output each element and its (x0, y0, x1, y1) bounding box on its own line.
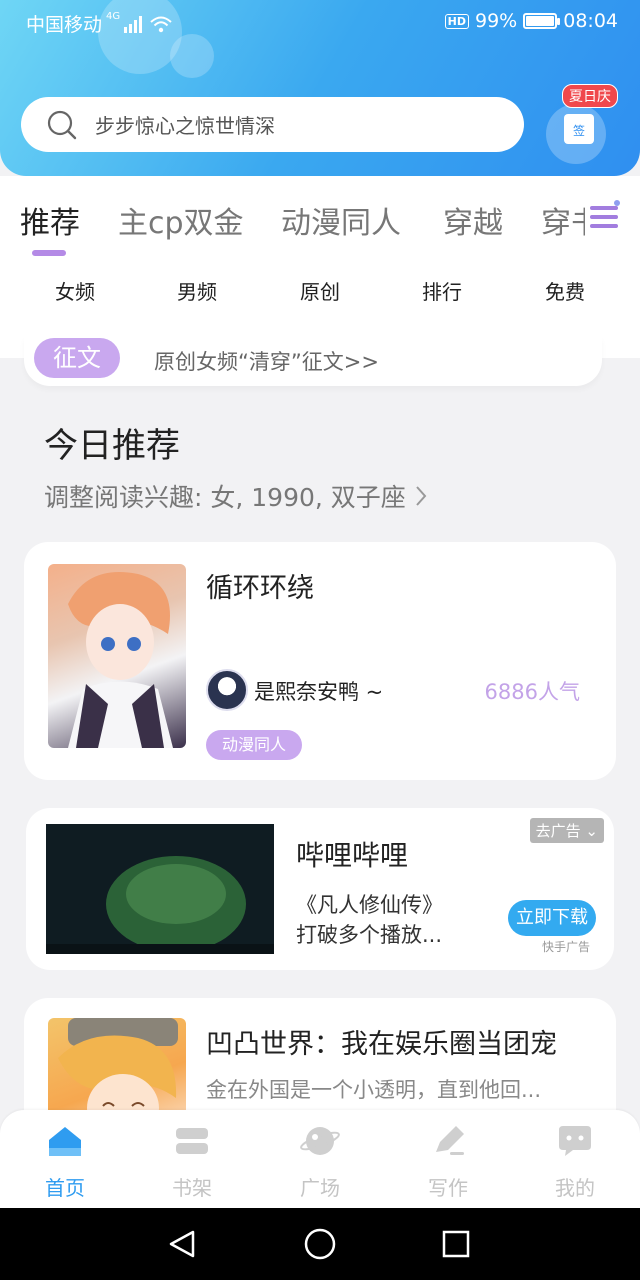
pen-icon (436, 1126, 464, 1155)
avatar (206, 669, 248, 711)
book-card[interactable]: 循环环绕 是熙奈安鸭 ~ 6886人气 动漫同人 (24, 542, 616, 780)
download-button[interactable]: 立即下载 (508, 900, 596, 936)
ad-scene-image (46, 824, 274, 954)
search-icon (47, 110, 77, 139)
ad-title: 哔哩哔哩 (296, 839, 409, 872)
ad-description-line: 《凡人修仙传》 (296, 893, 443, 917)
book-description: 金在外国是一个小透明，直到他回... (206, 1078, 542, 1102)
back-icon (169, 1230, 195, 1258)
notice-tag: 征文 (34, 338, 120, 378)
recents-icon (442, 1230, 470, 1258)
notice-text: 原创女频“清穿”征文>> (154, 350, 379, 374)
section-title: 今日推荐 (44, 426, 180, 466)
event-tag: 夏日庆 (562, 84, 618, 108)
contest-notice[interactable]: 征文 原创女频“清穿”征文>> (24, 336, 602, 386)
remove-ad-button[interactable]: 去广告 ⌄ (529, 818, 604, 843)
system-nav-icons (169, 1228, 470, 1260)
system-navigation-bar (0, 1208, 640, 1280)
bookshelf-icon (176, 1128, 208, 1154)
ad-description: 《凡人修仙传》 打破多个播放... (296, 890, 443, 950)
nav-label: 广场 (300, 1176, 340, 1200)
ad-description-line: 打破多个播放... (296, 923, 443, 947)
reading-interest-link[interactable]: 调整阅读兴趣: 女, 1990, 双子座 (44, 478, 428, 514)
nav-label: 写作 (428, 1176, 468, 1200)
popularity-count: 6886人气 (484, 680, 580, 704)
nav-profile[interactable]: 我的 (535, 1124, 615, 1201)
ad-source: 快手广告 (541, 940, 590, 954)
planet-icon (300, 1127, 340, 1155)
wifi-icon (150, 16, 172, 32)
more-categories-icon[interactable] (586, 200, 622, 234)
ad-video-thumbnail (46, 824, 274, 954)
subtab-male[interactable]: 男频 (177, 276, 217, 305)
category-tabs: 推荐 主cp双金 动漫同人 穿越 穿书 (0, 190, 640, 246)
tab-book-travel[interactable]: 穿书 (541, 198, 585, 242)
search-placeholder: 步步惊心之惊世情深 (95, 114, 275, 138)
tab-time-travel[interactable]: 穿越 (443, 198, 503, 242)
book-title: 凹凸世界：我在娱乐圈当团宠 (206, 1029, 557, 1060)
remove-ad-label: 去广告 (535, 822, 581, 840)
tab-main-cp[interactable]: 主cp双金 (118, 198, 244, 242)
hd-badge: HD (444, 13, 469, 29)
book-cover (48, 564, 186, 748)
reading-interest-text: 调整阅读兴趣: 女, 1990, 双子座 (44, 483, 406, 512)
tab-recommend[interactable]: 推荐 (20, 198, 80, 242)
ad-card[interactable]: 哔哩哔哩 《凡人修仙传》 打破多个播放... 去广告 ⌄ 立即下载 快手广告 (26, 808, 614, 970)
active-tab-indicator (32, 250, 66, 256)
subtab-original[interactable]: 原创 (300, 276, 340, 305)
nav-label: 书架 (172, 1176, 212, 1200)
gift-icon: 签 (564, 114, 594, 144)
bottom-navigation: 首页 书架 广场 写作 我的 (0, 1110, 640, 1208)
tab-anime-fanfic[interactable]: 动漫同人 (281, 198, 401, 242)
chevron-right-icon (416, 486, 427, 506)
daily-signin-button[interactable]: 夏日庆 签 (546, 84, 630, 170)
clock: 08:04 (563, 10, 618, 32)
subtab-female[interactable]: 女频 (55, 276, 95, 305)
nav-label: 首页 (45, 1176, 85, 1200)
search-bar[interactable]: 步步惊心之惊世情深 (21, 97, 524, 152)
signal-icon (124, 15, 143, 33)
nav-write[interactable]: 写作 (408, 1124, 488, 1201)
nav-label: 我的 (555, 1176, 595, 1200)
status-bar: 中国移动 4G HD 99% 08:04 (0, 0, 640, 44)
nav-bookshelf[interactable]: 书架 (152, 1124, 232, 1201)
battery-icon (523, 13, 561, 29)
author-name: 是熙奈安鸭 ~ (254, 680, 384, 704)
nav-plaza[interactable]: 广场 (280, 1124, 360, 1201)
network-label: 4G (106, 11, 121, 22)
book-title: 循环环绕 (206, 573, 314, 604)
genre-tag[interactable]: 动漫同人 (206, 730, 303, 760)
nav-home[interactable]: 首页 (25, 1124, 105, 1201)
carrier-label: 中国移动 (26, 14, 103, 36)
home-circle-icon (304, 1228, 336, 1260)
chat-bubble-icon (559, 1126, 591, 1156)
battery-percent: 99% (475, 10, 518, 32)
anime-cover-image (68, 572, 173, 748)
subtab-free[interactable]: 免费 (545, 276, 585, 305)
subtab-ranking[interactable]: 排行 (422, 276, 462, 305)
home-icon (49, 1127, 81, 1156)
